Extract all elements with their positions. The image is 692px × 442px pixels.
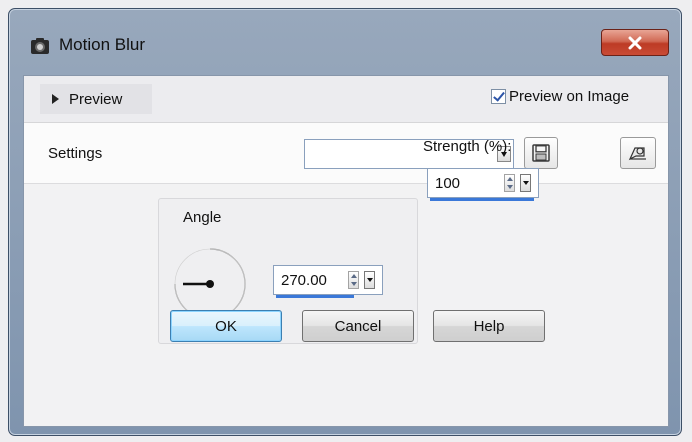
angle-dropdown-icon[interactable] (364, 271, 375, 289)
title-bar[interactable]: Motion Blur (9, 9, 681, 67)
help-button[interactable]: Help (433, 310, 545, 342)
preview-expander[interactable]: Preview (40, 84, 152, 114)
save-icon (532, 144, 550, 162)
camera-icon (30, 36, 50, 56)
angle-label: Angle (183, 209, 222, 226)
angle-underline (276, 295, 354, 298)
window-title: Motion Blur (59, 35, 145, 54)
expand-arrow-icon (52, 94, 59, 104)
preview-on-image-toggle[interactable]: Preview on Image (491, 88, 629, 105)
strength-value[interactable]: 100 (435, 175, 460, 192)
save-preset-button[interactable] (524, 137, 558, 169)
angle-value[interactable]: 270.00 (281, 272, 327, 289)
close-button[interactable] (601, 29, 669, 56)
strength-underline (430, 198, 534, 201)
dialog-body: Preview Preview on Image Settings Angle … (23, 75, 669, 427)
ok-button[interactable]: OK (170, 310, 282, 342)
preview-on-image-label: Preview on Image (509, 88, 630, 105)
settings-label: Settings (48, 145, 103, 162)
settings-bar: Settings (24, 123, 668, 184)
strength-spinbox[interactable]: 100 (427, 168, 539, 201)
angle-stepper-icon[interactable] (348, 271, 359, 289)
preview-on-image-checkbox[interactable] (491, 89, 506, 104)
strength-label: Strength (%): (423, 138, 512, 155)
strength-dropdown-icon[interactable] (520, 174, 531, 192)
cancel-button[interactable]: Cancel (302, 310, 414, 342)
angle-spinbox[interactable]: 270.00 (273, 265, 383, 298)
preset-manager-icon (628, 147, 646, 161)
preview-bar: Preview Preview on Image (24, 76, 668, 123)
angle-needle-knob[interactable] (206, 280, 214, 288)
preview-label: Preview (69, 90, 123, 108)
close-icon (628, 36, 642, 49)
motion-blur-dialog: Motion Blur Preview Preview on Image Set… (8, 8, 682, 436)
preset-manager-button[interactable] (620, 137, 656, 169)
strength-stepper-icon[interactable] (504, 174, 515, 192)
